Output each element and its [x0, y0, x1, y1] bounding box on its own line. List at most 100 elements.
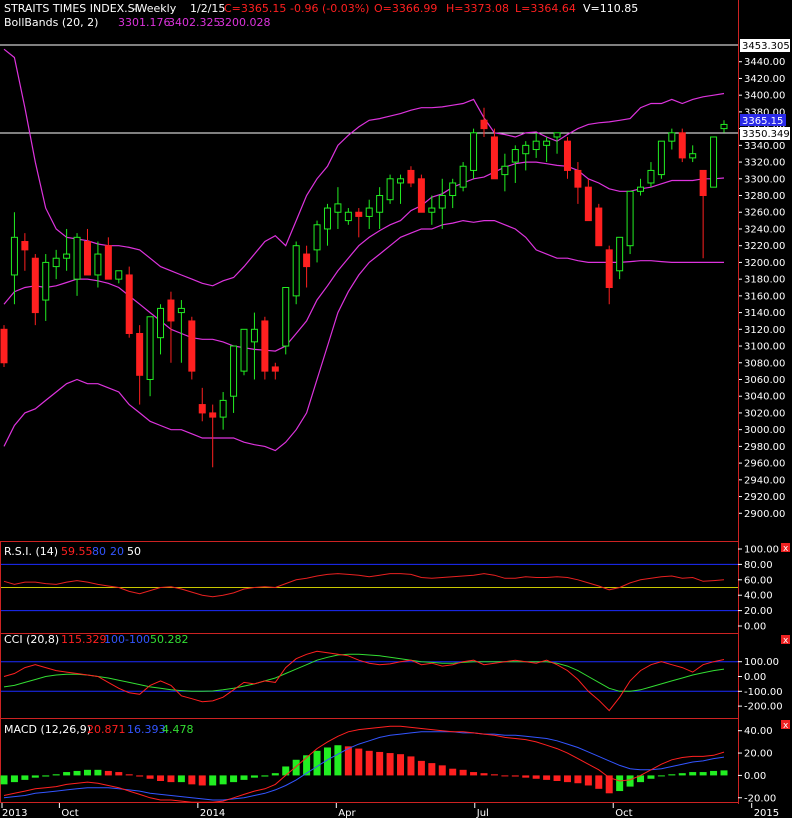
rsi-upper: 80: [92, 545, 106, 558]
candle-body: [157, 307, 165, 339]
macd-histogram-bar: [407, 756, 415, 776]
candle-body: [146, 316, 154, 380]
macd-histogram-bar: [334, 745, 342, 776]
y-tick-label: 80.00: [744, 560, 773, 571]
macd-signal-line: [3, 731, 725, 801]
cci-close-icon: x: [783, 636, 789, 646]
price-tick-label: 3060.00: [744, 375, 785, 386]
macd-histogram-bar: [52, 774, 60, 776]
macd-histogram-bar: [678, 773, 686, 776]
candle-body: [344, 211, 352, 222]
candle-body: [334, 203, 342, 213]
candle-body: [563, 140, 571, 171]
price-tick-label: 3160.00: [744, 291, 785, 302]
candle-body: [63, 253, 71, 259]
price-tick-label: 3340.00: [744, 141, 785, 152]
macd-histogram-bar: [522, 775, 530, 778]
cci-lower: -100: [125, 633, 150, 646]
macd-histogram-bar: [668, 774, 676, 776]
x-tick-label: 2015: [754, 808, 779, 818]
price-tick-label: 3020.00: [744, 408, 785, 419]
candle-body: [83, 241, 91, 276]
candle-body: [407, 169, 415, 184]
price-tick-label: 3000.00: [744, 425, 785, 436]
macd-histogram-bar: [376, 751, 384, 776]
candle-body: [365, 207, 373, 217]
candle-body: [584, 186, 592, 222]
cci-line: [3, 650, 725, 712]
macd-histogram-bar: [94, 769, 102, 776]
candle-body: [480, 119, 488, 130]
candle-body: [0, 328, 8, 364]
macd-plot: [3, 725, 725, 803]
rsi-y-axis: 100.00 80.00 60.00 40.00 20.00 0.00: [738, 545, 779, 633]
header-change: -0.96 (-0.03%): [290, 2, 369, 15]
macd-histogram-bar: [626, 775, 634, 787]
macd-histogram-bar: [595, 775, 603, 789]
macd-histogram-bar: [157, 775, 165, 781]
x-axis: 2013 Oct 2014 Apr Jul Oct 2015: [1, 803, 779, 818]
price-tick-label: 3100.00: [744, 342, 785, 353]
candle-body: [261, 320, 269, 372]
candle-body: [240, 328, 248, 372]
high-marker-label: 3453.305: [742, 41, 790, 52]
y-tick-label: 60.00: [744, 575, 773, 586]
candle-body: [689, 153, 697, 159]
boll-label: BollBands (20, 2): [4, 16, 98, 29]
macd-label: MACD (12,26,9): [4, 723, 91, 736]
macd-histogram-bar: [459, 769, 467, 776]
price-tick-label: 2980.00: [744, 442, 785, 453]
y-tick-label: 100.00: [744, 545, 779, 556]
header-high: H=3373.08: [446, 2, 509, 15]
y-tick-label: 100.00: [744, 657, 779, 668]
macd-histogram-bar: [209, 775, 217, 786]
macd-histogram-bar: [470, 772, 478, 776]
candle-body: [657, 140, 665, 176]
rsi-mid: 50: [127, 545, 141, 558]
y-tick-label: 20.00: [744, 749, 773, 760]
candle-body: [678, 132, 686, 159]
macd-histogram-bar: [397, 754, 405, 776]
price-tick-label: 3420.00: [744, 74, 785, 85]
macd-histogram-bar: [386, 753, 394, 776]
cci-signal: 50.282: [150, 633, 189, 646]
candle-body: [376, 195, 384, 213]
macd-histogram-bar: [42, 775, 50, 777]
candle-body: [459, 165, 467, 188]
macd-histogram-bar: [438, 765, 446, 776]
macd-histogram-bar: [250, 775, 258, 778]
price-tick-label: 3240.00: [744, 224, 785, 235]
header-period: -Weekly: [133, 2, 177, 15]
candle-body: [522, 144, 530, 155]
macd-histogram-bar: [83, 769, 91, 776]
macd-histogram-bar: [146, 775, 154, 779]
macd-histogram-bar: [501, 775, 509, 777]
macd-histogram-bar: [699, 772, 707, 776]
price-tick-label: 2920.00: [744, 492, 785, 503]
candle-body: [292, 245, 300, 297]
cci-label: CCI (20,8): [4, 633, 59, 646]
candle-body: [438, 195, 446, 209]
candle-body: [303, 253, 311, 268]
macd-histogram-bar: [167, 775, 175, 783]
y-tick-label: 40.00: [744, 726, 773, 737]
header-volume: V=110.85: [583, 2, 638, 15]
candle-body: [323, 207, 331, 230]
price-tick-label: 3300.00: [744, 174, 785, 185]
macd-histogram-bar: [261, 775, 269, 777]
macd-histogram-bar: [657, 775, 665, 777]
price-tick-label: 3080.00: [744, 358, 785, 369]
candle-body: [198, 404, 206, 414]
y-tick-label: -20.00: [744, 793, 776, 804]
macd-histogram-bar: [355, 748, 363, 776]
candle-body: [188, 320, 196, 372]
candle-body: [73, 236, 81, 280]
candle-body: [313, 224, 321, 251]
header-low: L=3364.64: [515, 2, 576, 15]
macd-histogram-bar: [574, 775, 582, 784]
macd-histogram-bar: [10, 775, 18, 783]
price-tick-label: 3280.00: [744, 191, 785, 202]
macd-histogram-bar: [710, 770, 718, 776]
macd-histogram-bar: [449, 768, 457, 776]
candle-body: [616, 236, 624, 272]
